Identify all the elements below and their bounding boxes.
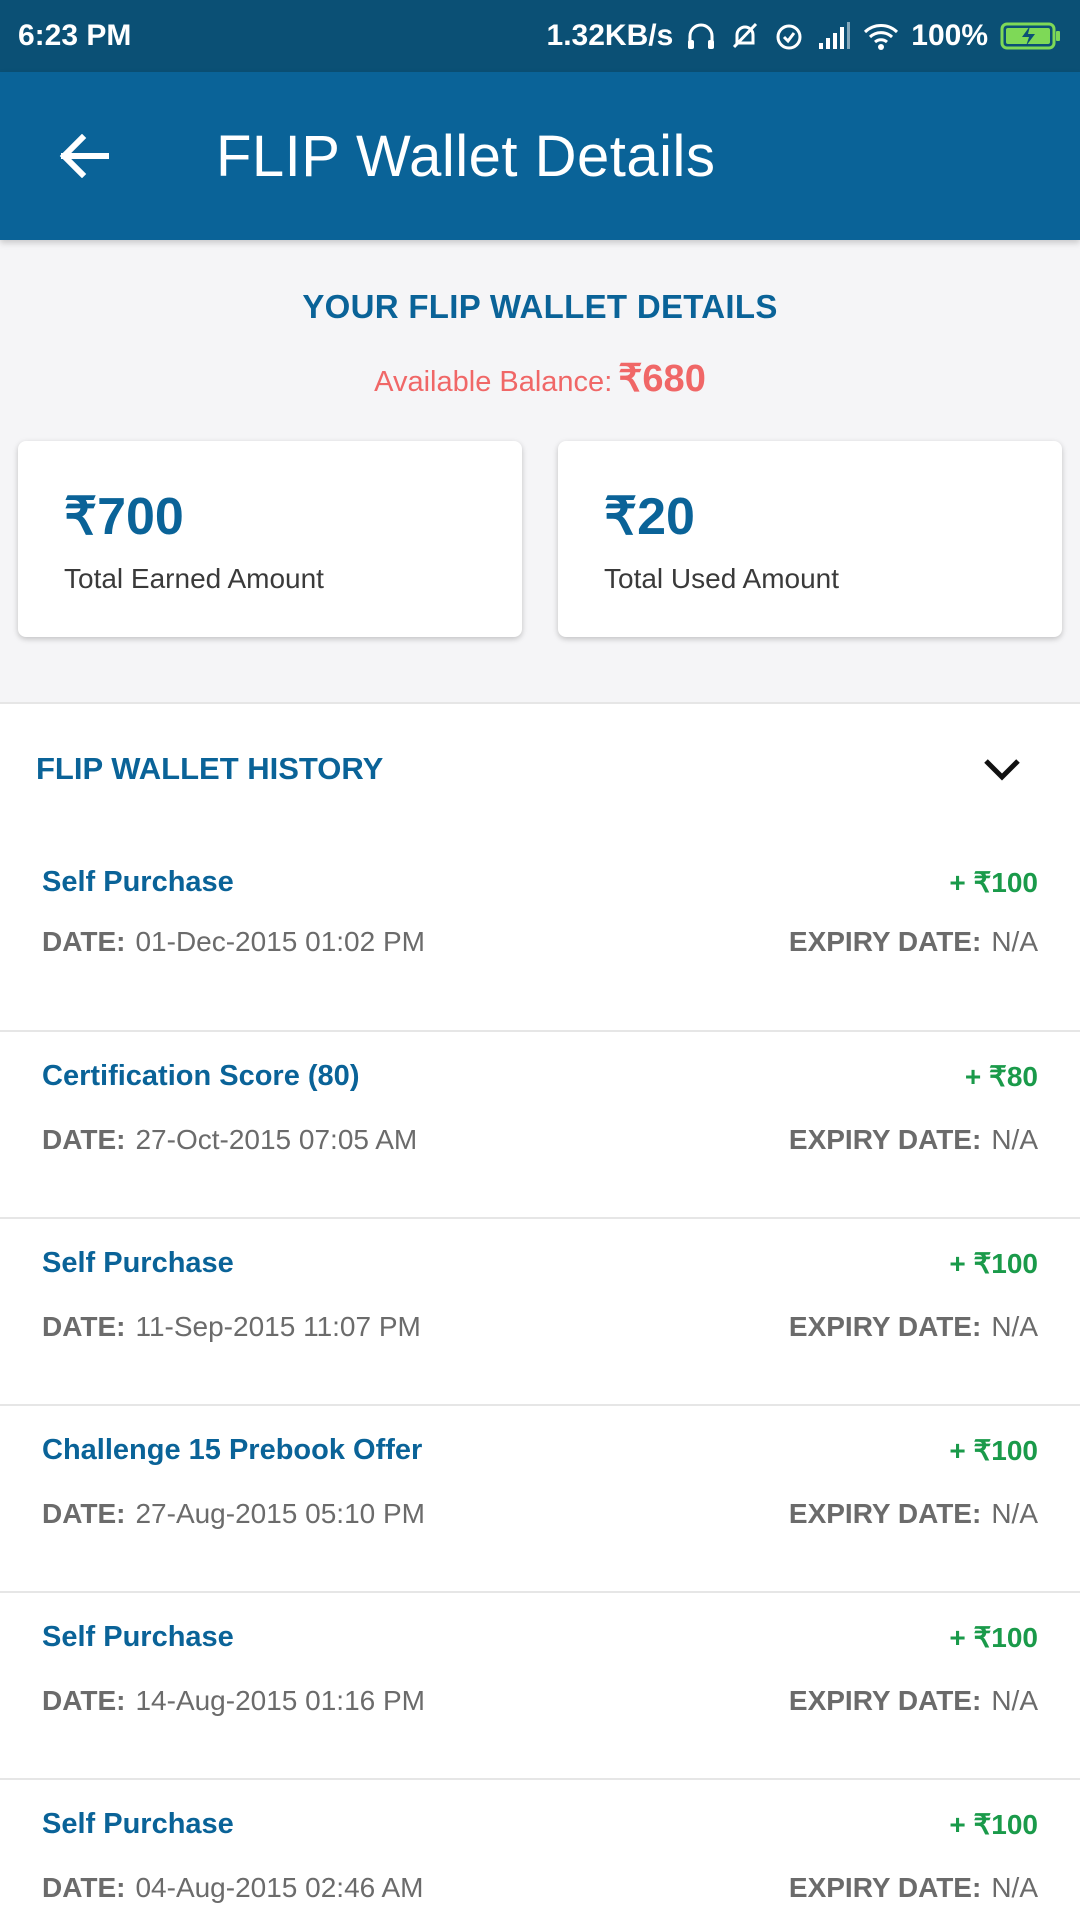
alarm-icon [773, 20, 805, 52]
used-label: Total Used Amount [604, 563, 840, 594]
expiry-label: EXPIRY DATE: [788, 1685, 982, 1716]
transaction-amount: + ₹100 [949, 866, 1038, 898]
expiry-label: EXPIRY DATE: [788, 926, 982, 957]
expiry-date: N/A [991, 1311, 1038, 1342]
battery-percent: 100% [911, 19, 988, 52]
transaction-amount: + ₹100 [949, 1434, 1038, 1466]
expiry-date: N/A [991, 926, 1038, 957]
list-item[interactable]: Self Purchase + ₹100 DATE: 14-Aug-2015 01:… [0, 1593, 1080, 1780]
earned-label: Total Earned Amount [64, 563, 324, 594]
wifi-icon [863, 21, 899, 51]
wallet-summary: YOUR FLIP WALLET DETAILS Available Balan… [0, 240, 1080, 702]
back-button[interactable] [52, 124, 116, 188]
transaction-title: Self Purchase [42, 865, 234, 898]
transaction-amount: + ₹100 [949, 1808, 1038, 1840]
used-card: ₹20 Total Used Amount [558, 441, 1062, 637]
transaction-date: 11-Sep-2015 11:07 PM [135, 1311, 421, 1342]
transaction-date: 14-Aug-2015 01:16 PM [135, 1685, 425, 1716]
list-item[interactable]: Self Purchase + ₹100 DATE: 11-Sep-2015 11:… [0, 1219, 1080, 1406]
earned-card: ₹700 Total Earned Amount [18, 441, 522, 637]
transaction-date: 27-Oct-2015 07:05 AM [135, 1124, 418, 1155]
expiry-label: EXPIRY DATE: [788, 1311, 982, 1342]
battery-charging-icon [1000, 21, 1062, 51]
status-bar: 6:23 PM 1.32KB/s 100% [0, 0, 1080, 72]
arrow-left-icon [59, 134, 109, 178]
network-speed: 1.32KB/s [546, 19, 674, 52]
expiry-date: N/A [991, 1685, 1038, 1716]
transaction-title: Self Purchase [42, 1246, 234, 1279]
date-label: DATE: [42, 1498, 126, 1529]
status-icons: 1.32KB/s 100% [547, 19, 1062, 53]
transaction-date: 27-Aug-2015 05:10 PM [135, 1498, 425, 1529]
balance-label: Available Balance: [374, 366, 613, 398]
expiry-label: EXPIRY DATE: [788, 1498, 982, 1529]
used-amount: ₹20 [604, 488, 695, 546]
available-balance: Available Balance: ₹680 [0, 356, 1080, 401]
balance-value: ₹680 [618, 358, 706, 400]
status-time: 6:23 PM [18, 19, 132, 52]
transaction-title: Self Purchase [42, 1620, 234, 1653]
collapse-toggle[interactable] [972, 739, 1032, 799]
earned-amount: ₹700 [64, 488, 184, 546]
headset-icon [685, 20, 717, 52]
date-label: DATE: [42, 1872, 126, 1903]
summary-cards: ₹700 Total Earned Amount ₹20 Total Used … [0, 441, 1080, 637]
wallet-history: FLIP WALLET HISTORY Self Purchase + ₹100 … [0, 702, 1080, 1920]
list-item[interactable]: Self Purchase + ₹100 DATE: 04-Aug-2015 02:… [0, 1780, 1080, 1920]
summary-title: YOUR FLIP WALLET DETAILS [302, 288, 778, 325]
expiry-label: EXPIRY DATE: [788, 1872, 982, 1903]
transaction-title: Self Purchase [42, 1807, 234, 1840]
history-title: FLIP WALLET HISTORY [36, 751, 384, 786]
transaction-amount: + ₹100 [949, 1621, 1038, 1653]
transaction-amount: + ₹100 [949, 1247, 1038, 1279]
transaction-title: Challenge 15 Prebook Offer [42, 1433, 423, 1466]
expiry-date: N/A [991, 1124, 1038, 1155]
expiry-date: N/A [991, 1498, 1038, 1529]
date-label: DATE: [42, 926, 126, 957]
history-header[interactable]: FLIP WALLET HISTORY [0, 704, 1080, 834]
transaction-date: 04-Aug-2015 02:46 AM [135, 1872, 424, 1903]
transaction-title: Certification Score (80) [42, 1059, 360, 1092]
date-label: DATE: [42, 1124, 126, 1155]
notifications-off-icon [729, 20, 761, 52]
expiry-date: N/A [991, 1872, 1038, 1903]
date-label: DATE: [42, 1311, 126, 1342]
date-label: DATE: [42, 1685, 126, 1716]
signal-icon [817, 21, 851, 51]
transaction-amount: + ₹80 [964, 1060, 1038, 1092]
app-bar: FLIP Wallet Details [0, 72, 1080, 240]
list-item[interactable]: Challenge 15 Prebook Offer + ₹100 DATE: 27… [0, 1406, 1080, 1593]
list-item[interactable]: Certification Score (80) + ₹80 DATE: 27-Oc… [0, 1032, 1080, 1219]
page-title: FLIP Wallet Details [216, 123, 716, 189]
expiry-label: EXPIRY DATE: [788, 1124, 982, 1155]
list-item[interactable]: Self Purchase + ₹100 DATE: 01-Dec-2015 01:… [0, 834, 1080, 1032]
chevron-down-icon [984, 759, 1020, 781]
transaction-date: 01-Dec-2015 01:02 PM [135, 926, 425, 957]
